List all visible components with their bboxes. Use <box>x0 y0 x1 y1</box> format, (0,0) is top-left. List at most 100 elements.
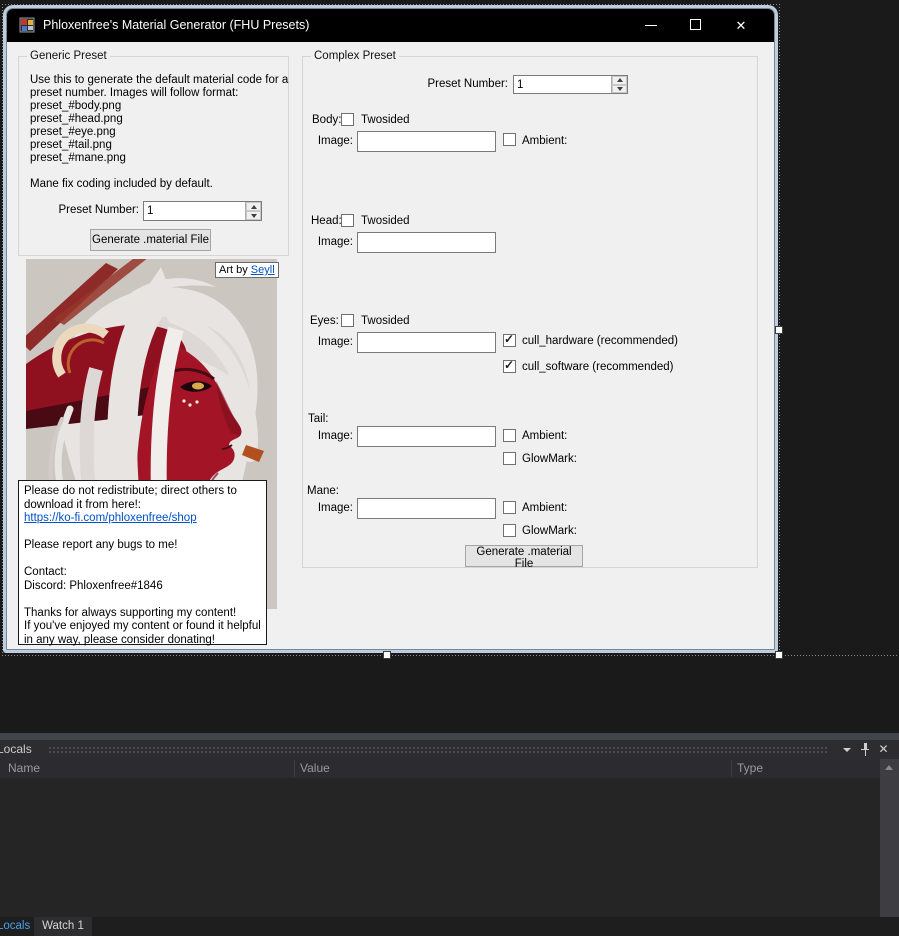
close-icon: ✕ <box>736 18 747 33</box>
check-icon: ✓ <box>504 358 514 372</box>
notice-line: If you've enjoyed my content or found it… <box>24 620 261 634</box>
resize-handle-bottom[interactable] <box>383 651 391 659</box>
column-separator[interactable] <box>294 760 295 777</box>
body-twosided-checkbox[interactable] <box>341 113 354 126</box>
complex-preset-up-button[interactable] <box>612 76 627 85</box>
eyes-image-label: Image: <box>313 336 353 348</box>
locals-scrollbar[interactable] <box>880 759 899 917</box>
complex-preset-group: Complex Preset Preset Number: Body: Twos… <box>302 56 758 568</box>
complex-preset-number-stepper[interactable] <box>513 75 628 94</box>
head-image-input[interactable] <box>357 232 496 253</box>
notice-line: in any way, please consider donating! <box>24 634 261 648</box>
tail-glowmark-checkbox[interactable] <box>503 452 516 465</box>
tab-watch-1[interactable]: Watch 1 <box>34 917 92 936</box>
locals-close-button[interactable]: ✕ <box>875 741 892 758</box>
body-ambient-checkbox[interactable] <box>503 133 516 146</box>
kofi-link[interactable]: https://ko-fi.com/phloxenfree/shop <box>24 512 197 524</box>
up-arrow-icon <box>251 205 257 209</box>
minimize-button[interactable] <box>634 9 668 42</box>
tail-image-input[interactable] <box>357 426 496 447</box>
art-credit-link[interactable]: Seyll <box>251 264 275 276</box>
generic-preset-number-input[interactable] <box>144 202 245 220</box>
locals-grid-header[interactable]: Name Value Type <box>0 759 899 778</box>
cull-hardware-label: cull_hardware (recommended) <box>522 335 678 347</box>
notice-line: Please do not redistribute; direct other… <box>24 485 261 499</box>
body-image-input[interactable] <box>357 131 496 152</box>
notice-line: Thanks for always supporting my content! <box>24 607 261 621</box>
selection-border-left <box>2 4 3 656</box>
notice-spacer <box>24 593 261 607</box>
selection-border-top <box>2 4 780 5</box>
maximize-button[interactable] <box>679 9 713 42</box>
complex-preset-group-title: Complex Preset <box>311 50 399 62</box>
locals-panel-titlebar[interactable]: Locals ✕ <box>0 740 899 759</box>
chevron-down-icon <box>843 748 851 752</box>
visual-studio-workspace: Phloxenfree's Material Generator (FHU Pr… <box>0 0 899 936</box>
cull-hardware-checkbox[interactable]: ✓ <box>503 334 516 347</box>
titlebar-grip-texture <box>48 746 829 754</box>
body-twosided-label: Twosided <box>361 114 410 126</box>
up-arrow-icon <box>617 78 623 82</box>
close-button[interactable]: ✕ <box>724 9 758 42</box>
column-header-name[interactable]: Name <box>8 761 40 775</box>
eyes-twosided-label: Twosided <box>361 315 410 327</box>
maximize-icon <box>690 19 701 30</box>
check-icon: ✓ <box>504 332 514 346</box>
generic-preset-up-button[interactable] <box>246 202 261 211</box>
notice-line: Discord: Phloxenfree#1846 <box>24 580 261 594</box>
cull-software-checkbox[interactable]: ✓ <box>503 360 516 373</box>
tail-ambient-label: Ambient: <box>522 430 567 442</box>
close-icon: ✕ <box>878 742 888 756</box>
generic-preset-group: Generic Preset Use this to generate the … <box>18 56 289 256</box>
pin-icon <box>860 743 871 756</box>
panel-splitter[interactable] <box>0 733 899 740</box>
tail-label: Tail: <box>308 413 328 425</box>
generic-description: Use this to generate the default materia… <box>30 74 288 191</box>
minimize-icon <box>645 25 657 26</box>
eyes-image-input[interactable] <box>357 332 496 353</box>
material-generator-window: Phloxenfree's Material Generator (FHU Pr… <box>6 8 775 650</box>
down-arrow-icon <box>617 87 623 91</box>
art-credit-label: Art by Seyll <box>215 262 279 278</box>
column-separator[interactable] <box>731 760 732 777</box>
window-position-menu-button[interactable] <box>838 741 855 758</box>
mane-ambient-label: Ambient: <box>522 502 567 514</box>
body-ambient-label: Ambient: <box>522 135 567 147</box>
mane-ambient-checkbox[interactable] <box>503 501 516 514</box>
head-label: Head: <box>311 215 342 227</box>
window-titlebar[interactable]: Phloxenfree's Material Generator (FHU Pr… <box>7 9 774 42</box>
tail-image-label: Image: <box>313 430 353 442</box>
locals-grid-body <box>0 778 880 917</box>
window-title: Phloxenfree's Material Generator (FHU Pr… <box>43 9 309 42</box>
mane-glowmark-checkbox[interactable] <box>503 524 516 537</box>
auto-hide-pin-button[interactable] <box>857 740 874 757</box>
column-header-type[interactable]: Type <box>737 761 763 775</box>
resize-handle-bottom-right[interactable] <box>775 651 783 659</box>
generic-preset-down-button[interactable] <box>246 211 261 220</box>
mane-image-input[interactable] <box>357 498 496 519</box>
debug-panel-tabstrip: Locals Watch 1 <box>0 917 899 936</box>
eyes-twosided-checkbox[interactable] <box>341 314 354 327</box>
body-label: Body: <box>312 114 341 126</box>
mane-image-label: Image: <box>313 502 353 514</box>
eyes-label: Eyes: <box>310 315 339 327</box>
generic-generate-button[interactable]: Generate .material File <box>90 229 211 251</box>
complex-generate-button[interactable]: Generate .material File <box>465 545 583 567</box>
column-header-value[interactable]: Value <box>300 761 330 775</box>
notice-line: download it from here!: <box>24 499 261 513</box>
head-twosided-checkbox[interactable] <box>341 214 354 227</box>
tail-ambient-checkbox[interactable] <box>503 429 516 442</box>
head-image-label: Image: <box>313 236 353 248</box>
complex-preset-number-label: Preset Number: <box>388 78 508 90</box>
complex-preset-down-button[interactable] <box>612 85 627 94</box>
resize-handle-right[interactable] <box>775 326 783 334</box>
notice-line: Contact: <box>24 566 261 580</box>
app-icon <box>19 17 35 33</box>
tab-locals[interactable]: Locals <box>0 917 33 936</box>
body-image-label: Image: <box>313 135 353 147</box>
complex-preset-number-input[interactable] <box>514 76 611 93</box>
generic-preset-number-stepper[interactable] <box>143 201 262 221</box>
generic-preset-group-title: Generic Preset <box>27 50 110 62</box>
notice-line: Please report any bugs to me! <box>24 539 261 553</box>
mane-label: Mane: <box>307 485 339 497</box>
